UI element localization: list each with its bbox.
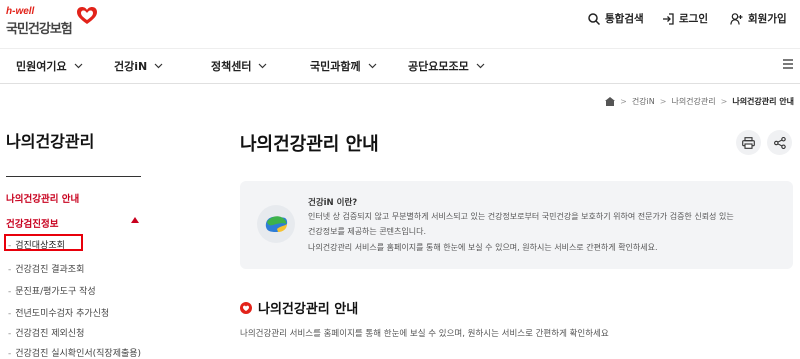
login-icon: [663, 12, 674, 25]
heart-logo-icon: [77, 7, 97, 24]
info-text: 나의건강관리 서비스를 홈페이지를 통해 한눈에 보실 수 있으며, 원하시는 …: [308, 243, 658, 252]
chevron-down-icon: [74, 63, 83, 69]
chevron-down-icon: [368, 63, 377, 69]
breadcrumb-separator: >: [720, 97, 728, 106]
health-in-logo-icon: [265, 216, 288, 232]
gnb-item-about[interactable]: 공단요모조모: [408, 58, 485, 74]
breadcrumb-item[interactable]: 건강iN: [632, 96, 655, 107]
sidebar-subitem-target-lookup[interactable]: 검진대상조회: [8, 238, 65, 251]
login-link-label: 로그인: [679, 13, 708, 25]
gnb-item-policy[interactable]: 정책센터: [211, 58, 267, 74]
login-link[interactable]: 로그인: [662, 11, 708, 26]
sidebar-divider: [6, 176, 141, 177]
info-text: 건강정보를 제공하는 콘텐츠입니다.: [308, 227, 427, 236]
breadcrumb: > 건강iN > 나의건강관리 > 나의건강관리 안내: [605, 96, 794, 107]
health-in-icon: [257, 205, 295, 243]
hamburger-menu-icon[interactable]: [782, 58, 794, 70]
sidebar-item-checkup-info[interactable]: 건강검진정보: [6, 216, 58, 230]
gnb-item-label: 건강iN: [114, 60, 148, 73]
print-icon: [742, 136, 755, 149]
share-button[interactable]: [767, 130, 792, 155]
gnb-item-civil[interactable]: 민원여기요: [16, 58, 83, 74]
sidebar-item-guide[interactable]: 나의건강관리 안내: [6, 191, 79, 205]
breadcrumb-current: 나의건강관리 안내: [732, 97, 794, 106]
search-icon: [588, 12, 600, 25]
sidebar-subitem-additional-request[interactable]: 전년도미수검자 추가신청: [8, 306, 109, 319]
section-heart-icon: [240, 301, 252, 314]
logo-text: 국민건강보험: [6, 22, 73, 37]
breadcrumb-separator: >: [659, 97, 667, 106]
home-icon[interactable]: [605, 97, 616, 106]
gnb-item-label: 정책센터: [211, 60, 252, 73]
chevron-down-icon: [154, 63, 163, 69]
info-text: 인터넷 상 검증되지 않고 무분별하게 서비스되고 있는 건강정보로부터 국민건…: [308, 212, 734, 221]
page-title: 나의건강관리 안내: [240, 134, 379, 155]
section-title-text: 나의건강관리 안내: [258, 302, 359, 317]
chevron-down-icon: [476, 63, 485, 69]
gnb-item-label: 공단요모조모: [408, 60, 469, 73]
search-link[interactable]: 통합검색: [588, 11, 644, 26]
gnb-item-together[interactable]: 국민과함께: [310, 58, 377, 74]
info-title: 건강iN 이란?: [308, 198, 358, 208]
section-description: 나의건강관리 서비스를 홈페이지를 통해 한눈에 보실 수 있으며, 원하시는 …: [240, 329, 609, 339]
collapse-arrow-icon[interactable]: [131, 217, 139, 223]
gnb-item-label: 민원여기요: [16, 60, 67, 73]
share-icon: [773, 136, 786, 149]
breadcrumb-item[interactable]: 나의건강관리: [671, 96, 715, 107]
sidebar-title: 나의건강관리: [6, 132, 95, 151]
section-title: 나의건강관리 안내: [240, 298, 358, 317]
sidebar-subitem-exclusion-request[interactable]: 건강검진 제외신청: [8, 326, 84, 339]
info-box: 건강iN 이란? 인터넷 상 검증되지 않고 무분별하게 서비스되고 있는 건강…: [240, 181, 793, 269]
join-link-label: 회원가입: [748, 13, 787, 25]
print-button[interactable]: [736, 130, 761, 155]
top-header: h-well 국민건강보험 통합검색 로그인 회원가입: [0, 0, 800, 40]
sidebar-subitem-result-lookup[interactable]: 건강검진 결과조회: [8, 262, 84, 275]
search-link-label: 통합검색: [605, 13, 644, 25]
sidebar-subitem-questionnaire[interactable]: 문진표/평가도구 작성: [8, 284, 95, 297]
chevron-down-icon: [259, 63, 267, 69]
sidebar-subitem-confirmation[interactable]: 건강검진 실시확인서(직장제출용): [8, 346, 141, 359]
user-add-icon: [730, 12, 743, 25]
site-logo[interactable]: h-well 국민건강보험: [6, 6, 102, 37]
breadcrumb-separator: >: [620, 97, 627, 106]
join-link[interactable]: 회원가입: [730, 11, 787, 26]
logo-tagline: h-well: [6, 6, 35, 17]
gnb-item-health-in[interactable]: 건강iN: [114, 58, 163, 74]
gnb-item-label: 국민과함께: [310, 60, 361, 73]
main-navigation: 민원여기요 건강iN 정책센터 국민과함께 공단요모조모: [0, 48, 800, 84]
